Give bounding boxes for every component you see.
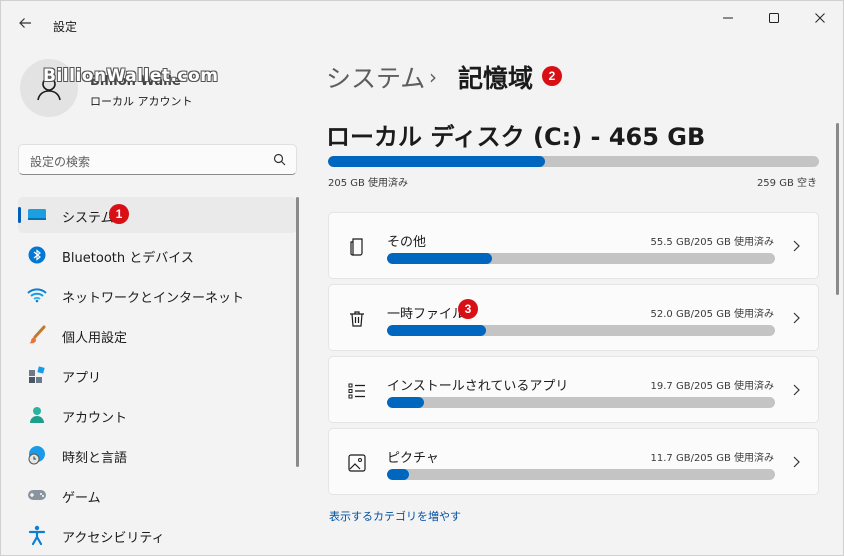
brush-icon [27, 325, 47, 345]
sidebar-item-label: アカウント [62, 411, 128, 426]
show-more-categories-link[interactable]: 表示するカテゴリを増やす [329, 508, 461, 524]
sidebar-item-bluetooth[interactable]: Bluetooth とデバイス [18, 237, 297, 273]
sidebar-item-label: Bluetooth とデバイス [62, 251, 194, 266]
category-label: インストールされているアプリ [387, 379, 569, 394]
sidebar-item-time-language[interactable]: 時刻と言語 [18, 437, 297, 473]
gamepad-icon [27, 485, 47, 505]
breadcrumb-parent[interactable]: システム [326, 59, 425, 95]
sidebar-item-label: 個人用設定 [62, 331, 128, 346]
category-size: 55.5 GB/205 GB 使用済み [650, 237, 774, 248]
maximize-icon [769, 13, 779, 23]
category-label: その他 [387, 235, 427, 250]
watermark: BillionWallet.com [43, 66, 219, 86]
system-icon [27, 205, 47, 225]
account-type: ローカル アカウント [90, 95, 193, 108]
chevron-right-icon [793, 384, 800, 396]
document-icon [345, 235, 369, 259]
step-badge-2: 2 [542, 66, 562, 86]
category-usage-fill [387, 469, 410, 480]
category-usage-bar [387, 253, 775, 264]
category-usage-fill [387, 397, 425, 408]
apps-icon [27, 365, 47, 385]
picture-icon [345, 451, 369, 475]
sidebar-item-gaming[interactable]: ゲーム [18, 477, 297, 513]
bluetooth-icon [27, 245, 47, 265]
search-placeholder: 設定の検索 [30, 155, 91, 169]
category-usage-bar [387, 469, 775, 480]
search-input[interactable]: 設定の検索 [18, 144, 297, 175]
category-size: 11.7 GB/205 GB 使用済み [650, 453, 774, 464]
disk-title: ローカル ディスク (C:) - 465 GB [326, 123, 706, 151]
disk-free-label: 259 GB 空き [756, 178, 817, 189]
wifi-icon [27, 285, 47, 305]
main-scrollbar[interactable] [836, 123, 839, 295]
category-card-temp-files[interactable]: 一時ファイル 52.0 GB/205 GB 使用済み [328, 284, 819, 351]
globe-clock-icon [27, 445, 47, 465]
minimize-icon [723, 17, 733, 19]
list-icon [345, 379, 369, 403]
category-usage-bar [387, 325, 775, 336]
app-title: 設定 [53, 20, 78, 34]
chevron-right-icon [793, 456, 800, 468]
account-icon [27, 405, 47, 425]
category-usage-fill [387, 253, 493, 264]
page-title: 記憶域 [458, 64, 534, 93]
title-bar: 設定 [1, 1, 843, 41]
back-arrow-icon [19, 18, 31, 28]
disk-usage-fill [328, 156, 545, 167]
close-icon [815, 13, 825, 23]
disk-used-label: 205 GB 使用済み [328, 178, 409, 189]
back-button[interactable] [13, 11, 37, 35]
sidebar-item-network[interactable]: ネットワークとインターネット [18, 277, 297, 313]
sidebar-item-label: ゲーム [62, 491, 101, 506]
category-usage-bar [387, 397, 775, 408]
sidebar-item-accessibility[interactable]: アクセシビリティ [18, 517, 297, 553]
category-size: 19.7 GB/205 GB 使用済み [650, 381, 774, 392]
sidebar-item-accounts[interactable]: アカウント [18, 397, 297, 433]
sidebar-item-label: システム [62, 211, 114, 226]
step-badge-1: 1 [109, 204, 129, 224]
sidebar-item-label: アクセシビリティ [62, 531, 165, 546]
chevron-right-icon [793, 240, 800, 252]
chevron-right-icon [793, 312, 800, 324]
category-usage-fill [387, 325, 486, 336]
sidebar-item-apps[interactable]: アプリ [18, 357, 297, 393]
active-indicator [18, 207, 21, 223]
sidebar-item-system[interactable]: システム [18, 197, 297, 233]
accessibility-icon [27, 525, 47, 545]
category-card-other[interactable]: その他 55.5 GB/205 GB 使用済み [328, 212, 819, 279]
sidebar-scrollbar[interactable] [296, 197, 299, 467]
search-icon [273, 153, 286, 166]
category-card-pictures[interactable]: ピクチャ 11.7 GB/205 GB 使用済み [328, 428, 819, 495]
sidebar-item-label: ネットワークとインターネット [62, 291, 245, 306]
sidebar-item-personalization[interactable]: 個人用設定 [18, 317, 297, 353]
category-label: 一時ファイル [387, 307, 466, 322]
category-card-installed-apps[interactable]: インストールされているアプリ 19.7 GB/205 GB 使用済み [328, 356, 819, 423]
sidebar-item-label: アプリ [62, 371, 102, 386]
trash-icon [345, 307, 369, 331]
close-button[interactable] [797, 1, 843, 35]
breadcrumb-separator: › [429, 65, 437, 89]
sidebar-item-label: 時刻と言語 [62, 451, 128, 466]
settings-window: 設定 Billion Walle ローカル アカウント BillionWalle… [0, 0, 844, 556]
step-badge-3: 3 [458, 299, 478, 319]
disk-usage-bar [328, 156, 819, 167]
minimize-button[interactable] [705, 1, 751, 35]
maximize-button[interactable] [751, 1, 797, 35]
category-size: 52.0 GB/205 GB 使用済み [650, 309, 774, 320]
category-label: ピクチャ [387, 451, 439, 466]
